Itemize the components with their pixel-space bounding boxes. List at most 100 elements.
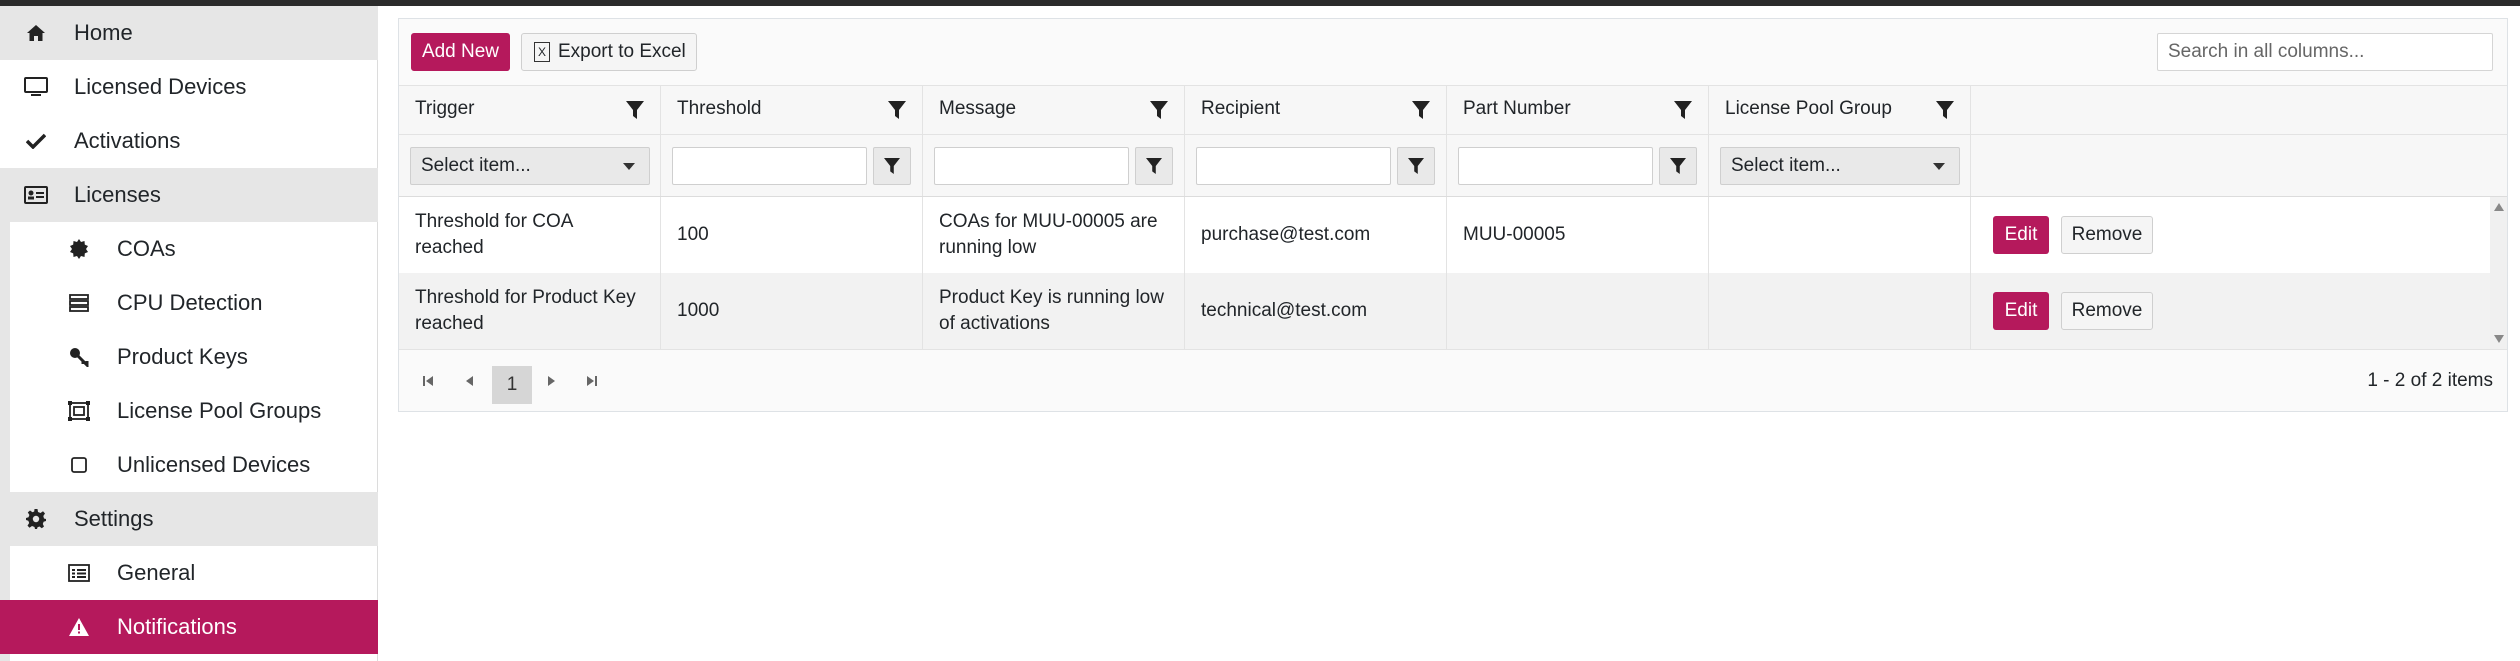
part-number-filter-button[interactable]	[1659, 147, 1697, 185]
filter-icon[interactable]	[1674, 100, 1692, 120]
cell-actions: Edit Remove	[1971, 197, 2492, 273]
first-page-icon	[423, 376, 433, 386]
table-row: Threshold for Product Key reached 1000 P…	[399, 273, 2492, 349]
filter-cell-message	[923, 135, 1185, 196]
next-page-button[interactable]	[537, 366, 567, 396]
first-page-button[interactable]	[413, 366, 443, 396]
nav-licensed-devices[interactable]: Licensed Devices	[0, 60, 378, 114]
nav-activations-label: Activations	[74, 128, 181, 153]
cell-recipient: purchase@test.com	[1185, 197, 1447, 273]
recipient-filter-input[interactable]	[1196, 147, 1391, 185]
scroll-up-arrow-icon[interactable]	[2494, 203, 2504, 211]
export-to-excel-button[interactable]: X Export to Excel	[521, 33, 697, 71]
column-header-recipient[interactable]: Recipient	[1185, 86, 1447, 134]
search-all-columns-input[interactable]	[2157, 33, 2493, 71]
pager-info: 1 - 2 of 2 items	[2367, 370, 2493, 391]
nav-coas[interactable]: COAs	[10, 222, 378, 276]
edit-button[interactable]: Edit	[1993, 216, 2049, 254]
cell-actions: Edit Remove	[1971, 273, 2492, 349]
filter-icon	[1670, 158, 1686, 174]
license-pool-group-filter-select[interactable]: Select item...	[1720, 147, 1960, 185]
nav-cpu-detection[interactable]: CPU Detection	[10, 276, 378, 330]
filter-cell-trigger: Select item...	[399, 135, 661, 196]
recipient-filter-button[interactable]	[1397, 147, 1435, 185]
filter-icon[interactable]	[1412, 100, 1430, 120]
scroll-down-arrow-icon[interactable]	[2494, 335, 2504, 343]
warning-icon	[65, 613, 93, 641]
id-card-icon	[22, 181, 50, 209]
previous-page-icon	[466, 376, 473, 386]
part-number-filter-input[interactable]	[1458, 147, 1653, 185]
column-header-message[interactable]: Message	[923, 86, 1185, 134]
certificate-icon	[65, 235, 93, 263]
nav-product-keys-label: Product Keys	[117, 344, 248, 369]
edit-button[interactable]: Edit	[1993, 292, 2049, 330]
cell-recipient: technical@test.com	[1185, 273, 1447, 349]
nav-home-label: Home	[74, 20, 133, 45]
filter-icon[interactable]	[1936, 100, 1954, 120]
column-header-label: Threshold	[677, 98, 762, 119]
nav-general[interactable]: General	[10, 546, 378, 600]
monitor-icon	[22, 73, 50, 101]
column-header-trigger[interactable]: Trigger	[399, 86, 661, 134]
column-header-part-number[interactable]: Part Number	[1447, 86, 1709, 134]
checkmark-icon	[22, 127, 50, 155]
nav-notifications[interactable]: Notifications	[0, 600, 378, 654]
message-filter-input[interactable]	[934, 147, 1129, 185]
filter-cell-actions	[1971, 135, 2509, 196]
cell-message: COAs for MUU-00005 are running low	[923, 197, 1185, 273]
filter-icon[interactable]	[1150, 100, 1168, 120]
grid-toolbar: Add New X Export to Excel	[399, 19, 2507, 85]
filter-icon[interactable]	[888, 100, 906, 120]
column-header-license-pool-group[interactable]: License Pool Group	[1709, 86, 1971, 134]
remove-button[interactable]: Remove	[2061, 292, 2153, 330]
grid-vertical-scrollbar[interactable]	[2490, 197, 2507, 349]
filter-icon[interactable]	[626, 100, 644, 120]
key-icon	[65, 343, 93, 371]
object-group-icon	[65, 397, 93, 425]
filter-row: Select item... Select item...	[399, 135, 2507, 197]
nav-settings[interactable]: Settings	[0, 492, 378, 546]
column-header-label: Trigger	[415, 98, 475, 119]
excel-file-icon: X	[534, 42, 550, 62]
nav-product-keys[interactable]: Product Keys	[10, 330, 378, 384]
threshold-filter-button[interactable]	[873, 147, 911, 185]
cell-trigger: Threshold for COA reached	[399, 197, 661, 273]
nav-unlicensed-devices[interactable]: Unlicensed Devices	[10, 438, 378, 492]
licenses-submenu-indent	[0, 222, 10, 492]
grid-pager: 1 1 - 2 of 2 items	[399, 349, 2507, 411]
trigger-filter-select[interactable]: Select item...	[410, 147, 650, 185]
column-header-label: Part Number	[1463, 98, 1571, 119]
cell-license-pool-group	[1709, 197, 1971, 273]
grid-header: Trigger Threshold Message Recipient Part…	[399, 85, 2507, 135]
remove-button[interactable]: Remove	[2061, 216, 2153, 254]
table-row: Threshold for COA reached 100 COAs for M…	[399, 197, 2492, 273]
nav-license-pool-groups[interactable]: License Pool Groups	[10, 384, 378, 438]
page-number-current[interactable]: 1	[492, 366, 532, 404]
threshold-filter-input[interactable]	[672, 147, 867, 185]
filter-cell-part-number	[1447, 135, 1709, 196]
cell-part-number: MUU-00005	[1447, 197, 1709, 273]
cell-threshold: 100	[661, 197, 923, 273]
column-header-threshold[interactable]: Threshold	[661, 86, 923, 134]
column-header-label: Recipient	[1201, 98, 1281, 119]
nav-activations[interactable]: Activations	[0, 114, 378, 168]
caret-down-icon	[623, 163, 635, 170]
last-page-button[interactable]	[577, 366, 607, 396]
cell-message: Product Key is running low of activation…	[923, 273, 1185, 349]
server-icon	[65, 289, 93, 317]
nav-licenses[interactable]: Licenses	[0, 168, 378, 222]
top-bar	[0, 0, 2520, 6]
previous-page-button[interactable]	[454, 366, 484, 396]
nav-notifications-label: Notifications	[117, 614, 237, 639]
home-icon	[22, 19, 50, 47]
nav-unlicensed-devices-label: Unlicensed Devices	[117, 452, 311, 477]
last-page-icon	[587, 376, 597, 386]
add-new-button[interactable]: Add New	[411, 33, 510, 71]
filter-cell-threshold	[661, 135, 923, 196]
square-outline-icon	[65, 451, 93, 479]
nav-home[interactable]: Home	[0, 6, 378, 60]
cell-trigger: Threshold for Product Key reached	[399, 273, 661, 349]
column-header-label: License Pool Group	[1725, 98, 1892, 119]
message-filter-button[interactable]	[1135, 147, 1173, 185]
